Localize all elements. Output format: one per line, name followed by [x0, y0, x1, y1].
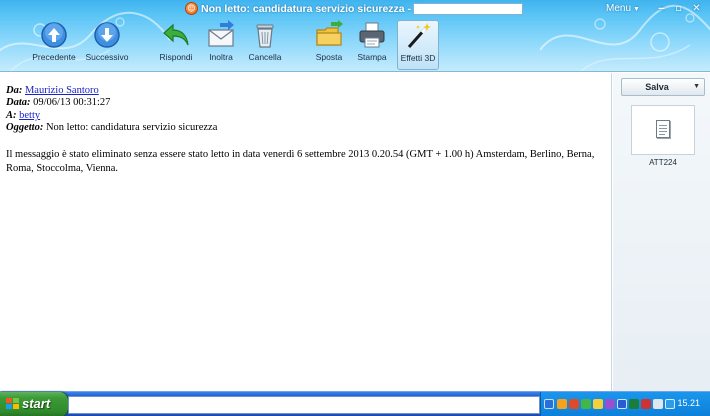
reply-arrow-icon — [163, 23, 189, 46]
3d-effects-label: Effetti 3D — [400, 53, 436, 63]
forward-envelope-icon — [208, 20, 234, 47]
title-toolbar-band: ☺ Non letto: candidatura servizio sicure… — [0, 0, 710, 72]
message-body: Il messaggio è stato eliminato senza ess… — [6, 149, 595, 174]
windows-flag-icon — [6, 398, 20, 411]
magic-wand-icon — [407, 23, 431, 48]
date-label: Data: — [6, 97, 31, 108]
delete-label: Cancella — [248, 52, 282, 62]
arrow-up-circle-icon — [41, 22, 67, 48]
clock[interactable]: 15.21 — [677, 398, 700, 408]
move-button[interactable]: Sposta — [312, 20, 346, 70]
antivirus-tray-icon[interactable] — [641, 399, 651, 409]
network-tray-icon[interactable] — [581, 399, 591, 409]
forward-button[interactable]: Inoltra — [203, 20, 239, 70]
previous-button[interactable]: Precedente — [30, 20, 78, 70]
subject-value: Non letto: candidatura servizio sicurezz… — [45, 122, 218, 133]
attachment-item[interactable] — [631, 105, 695, 155]
message-pane: Da: Maurizio Santoro Data: 09/06/13 00:3… — [0, 73, 612, 391]
minimize-button[interactable]: ‒ — [655, 3, 668, 15]
volume-icon[interactable] — [653, 399, 663, 409]
date-value: 09/06/13 00:31:27 — [33, 97, 111, 108]
3d-effects-button[interactable]: Effetti 3D — [397, 20, 439, 70]
subject-row: Oggetto: Non letto: candidatura servizio… — [6, 121, 217, 134]
chevron-down-icon: ▼ — [633, 6, 640, 13]
update-tray-icon[interactable] — [629, 399, 639, 409]
start-button[interactable]: start — [0, 392, 68, 416]
save-label: Salva — [645, 82, 669, 92]
chevron-down-icon[interactable]: ▼ — [693, 79, 700, 95]
bluetooth-icon[interactable] — [617, 399, 627, 409]
display-tray-icon[interactable] — [665, 399, 675, 409]
from-label: Da: — [6, 85, 23, 96]
title-bar-field — [413, 3, 523, 15]
date-row: Data: 09/06/13 00:31:27 — [6, 96, 110, 109]
title-bar[interactable]: ☺ Non letto: candidatura servizio sicure… — [0, 0, 710, 18]
reply-label: Rispondi — [159, 52, 193, 62]
from-link[interactable]: Maurizio Santoro — [25, 85, 99, 96]
taskbar-window-slot[interactable] — [68, 396, 540, 414]
taskbar: start 15.21 — [0, 391, 710, 416]
to-link[interactable]: betty — [19, 110, 40, 121]
trash-can-icon — [256, 24, 274, 48]
subject-label: Oggetto: — [6, 122, 44, 133]
forward-label: Inoltra — [209, 52, 233, 62]
next-label: Successivo — [85, 52, 129, 62]
print-label: Stampa — [357, 52, 387, 62]
printer-icon — [359, 22, 385, 48]
delete-button[interactable]: Cancella — [245, 20, 285, 70]
previous-label: Precedente — [32, 52, 76, 62]
attachment-name[interactable]: ATT224 — [626, 158, 700, 167]
print-button[interactable]: Stampa — [355, 20, 389, 70]
notification-tray-icon[interactable] — [593, 399, 603, 409]
menu-label: Menu — [606, 3, 632, 14]
arrow-down-circle-icon — [94, 22, 120, 48]
language-icon[interactable] — [544, 399, 554, 409]
system-tray: 15.21 — [540, 392, 710, 416]
next-button[interactable]: Successivo — [83, 20, 131, 70]
attachment-pane: Salva ▼ ATT224 — [613, 73, 710, 391]
move-label: Sposta — [315, 52, 343, 62]
folder-move-icon — [316, 20, 343, 46]
app-tray-icon[interactable] — [557, 399, 567, 409]
close-button[interactable]: ✕ — [690, 3, 703, 15]
security-tray-icon[interactable] — [569, 399, 579, 409]
maximize-button[interactable]: ▫ — [672, 3, 685, 15]
to-label: A: — [6, 110, 17, 121]
media-tray-icon[interactable] — [605, 399, 615, 409]
menu-button[interactable]: Menu ▼ — [606, 2, 640, 16]
start-label: start — [22, 396, 51, 411]
save-button[interactable]: Salva ▼ — [621, 78, 705, 96]
document-icon — [656, 120, 670, 138]
reply-button[interactable]: Rispondi — [155, 20, 197, 70]
app-logo-icon: ☺ — [185, 2, 198, 15]
